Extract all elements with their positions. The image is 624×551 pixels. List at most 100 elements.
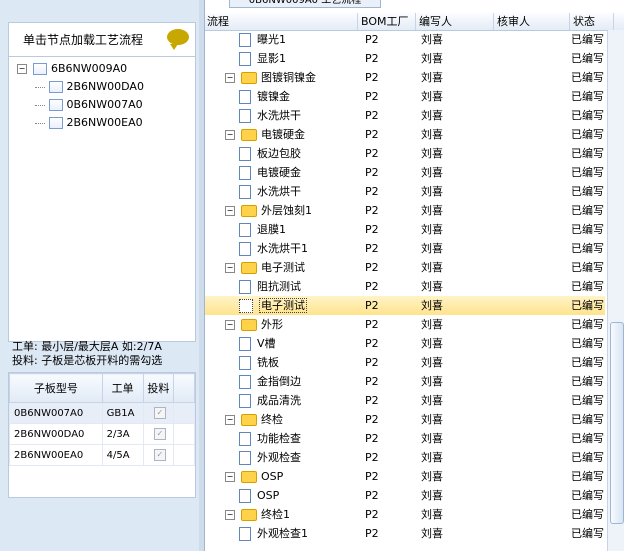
writer-cell[interactable]: 刘喜 [421,448,443,467]
process-name-cell[interactable]: 电子测试 [239,296,307,315]
status-cell[interactable]: 已编写 [571,524,604,543]
process-name-cell[interactable]: − 外层蚀刻1 [225,201,312,220]
process-name-cell[interactable]: − 外形 [225,315,283,334]
writer-cell[interactable]: 刘喜 [421,486,443,505]
collapse-icon[interactable]: − [225,130,235,140]
process-name-cell[interactable]: 板边包胶 [239,144,301,163]
factory-cell[interactable]: P2 [365,372,379,391]
process-name-cell[interactable]: − 终检1 [225,505,290,524]
process-name-cell[interactable]: 退膜1 [239,220,286,239]
cell-model[interactable]: 2B6NW00DA0 [9,423,103,445]
process-name-cell[interactable]: 成品清洗 [239,391,301,410]
process-row[interactable]: 曝光1 P2 刘喜 已编写 [205,30,605,49]
writer-cell[interactable]: 刘喜 [421,182,443,201]
process-name-cell[interactable]: OSP [239,486,279,505]
process-row[interactable]: 板边包胶 P2 刘喜 已编写 [205,144,605,163]
writer-cell[interactable]: 刘喜 [421,391,443,410]
writer-cell[interactable]: 刘喜 [421,30,443,49]
status-cell[interactable]: 已编写 [571,486,604,505]
process-row[interactable]: 成品清洗 P2 刘喜 已编写 [205,391,605,410]
process-name-cell[interactable]: 铣板 [239,353,279,372]
factory-cell[interactable]: P2 [365,68,379,87]
feed-checkbox[interactable]: ✓ [153,449,166,461]
process-name-cell[interactable]: 外观检查 [239,448,301,467]
collapse-icon[interactable]: − [225,415,235,425]
factory-cell[interactable]: P2 [365,144,379,163]
status-cell[interactable]: 已编写 [571,410,604,429]
writer-cell[interactable]: 刘喜 [421,201,443,220]
factory-cell[interactable]: P2 [365,49,379,68]
process-name-cell[interactable]: 曝光1 [239,30,286,49]
column-header-order[interactable]: 工单 [101,373,144,403]
table-row[interactable]: 2B6NW00DA0 2/3A ✓ [9,423,195,445]
process-name-cell[interactable]: 金指倒边 [239,372,301,391]
writer-cell[interactable]: 刘喜 [421,68,443,87]
writer-cell[interactable]: 刘喜 [421,163,443,182]
factory-cell[interactable]: P2 [365,315,379,334]
process-row[interactable]: 显影1 P2 刘喜 已编写 [205,49,605,68]
feed-checkbox[interactable]: ✓ [153,428,166,440]
status-cell[interactable]: 已编写 [571,334,604,353]
writer-cell[interactable]: 刘喜 [421,372,443,391]
writer-cell[interactable]: 刘喜 [421,467,443,486]
status-cell[interactable]: 已编写 [571,87,604,106]
factory-cell[interactable]: P2 [365,87,379,106]
writer-cell[interactable]: 刘喜 [421,524,443,543]
factory-cell[interactable]: P2 [365,524,379,543]
process-row[interactable]: 外观检查1 P2 刘喜 已编写 [205,524,605,543]
process-row[interactable]: − 终检 P2 刘喜 已编写 [205,410,605,429]
status-cell[interactable]: 已编写 [571,125,604,144]
writer-cell[interactable]: 刘喜 [421,353,443,372]
factory-cell[interactable]: P2 [365,201,379,220]
process-row[interactable]: 水洗烘干 P2 刘喜 已编写 [205,106,605,125]
process-row[interactable]: − 终检1 P2 刘喜 已编写 [205,505,605,524]
process-row[interactable]: 退膜1 P2 刘喜 已编写 [205,220,605,239]
process-row[interactable]: 水洗烘干 P2 刘喜 已编写 [205,182,605,201]
scrollbar-thumb[interactable] [610,322,624,524]
status-cell[interactable]: 已编写 [571,239,604,258]
factory-cell[interactable]: P2 [365,182,379,201]
status-cell[interactable]: 已编写 [571,429,604,448]
process-row[interactable]: 镀镍金 P2 刘喜 已编写 [205,87,605,106]
process-name-cell[interactable]: V槽 [239,334,276,353]
process-name-cell[interactable]: − OSP [225,467,283,486]
feed-checkbox[interactable]: ✓ [153,407,166,419]
status-cell[interactable]: 已编写 [571,353,604,372]
process-row[interactable]: − 图镀铜镍金 P2 刘喜 已编写 [205,68,605,87]
process-row[interactable]: − 电子测试 P2 刘喜 已编写 [205,258,605,277]
status-cell[interactable]: 已编写 [571,49,604,68]
column-header-factory[interactable]: BOM工厂 [359,13,416,30]
factory-cell[interactable]: P2 [365,220,379,239]
column-header-process[interactable]: 流程 [205,13,358,30]
writer-cell[interactable]: 刘喜 [421,106,443,125]
factory-cell[interactable]: P2 [365,448,379,467]
process-row[interactable]: 阻抗测试 P2 刘喜 已编写 [205,277,605,296]
status-cell[interactable]: 已编写 [571,467,604,486]
writer-cell[interactable]: 刘喜 [421,220,443,239]
process-name-cell[interactable]: 电镀硬金 [239,163,301,182]
writer-cell[interactable]: 刘喜 [421,315,443,334]
cell-order[interactable]: 4/5A [101,444,144,466]
column-header-model[interactable]: 子板型号 [9,373,103,403]
factory-cell[interactable]: P2 [365,467,379,486]
factory-cell[interactable]: P2 [365,505,379,524]
writer-cell[interactable]: 刘喜 [421,239,443,258]
collapse-icon[interactable]: − [17,64,27,74]
table-row[interactable]: 0B6NW007A0 GB1A ✓ [9,402,195,424]
process-name-cell[interactable]: 水洗烘干 [239,182,301,201]
status-cell[interactable]: 已编写 [571,144,604,163]
collapse-icon[interactable]: − [225,510,235,520]
process-row[interactable]: 外观检查 P2 刘喜 已编写 [205,448,605,467]
process-row[interactable]: 铣板 P2 刘喜 已编写 [205,353,605,372]
factory-cell[interactable]: P2 [365,30,379,49]
writer-cell[interactable]: 刘喜 [421,87,443,106]
status-cell[interactable]: 已编写 [571,296,604,315]
factory-cell[interactable]: P2 [365,163,379,182]
table-row[interactable]: 2B6NW00EA0 4/5A ✓ [9,444,195,466]
vertical-scrollbar[interactable] [607,30,624,551]
factory-cell[interactable]: P2 [365,410,379,429]
process-row[interactable]: V槽 P2 刘喜 已编写 [205,334,605,353]
process-row[interactable]: − 电镀硬金 P2 刘喜 已编写 [205,125,605,144]
process-name-cell[interactable]: 镀镍金 [239,87,290,106]
writer-cell[interactable]: 刘喜 [421,429,443,448]
